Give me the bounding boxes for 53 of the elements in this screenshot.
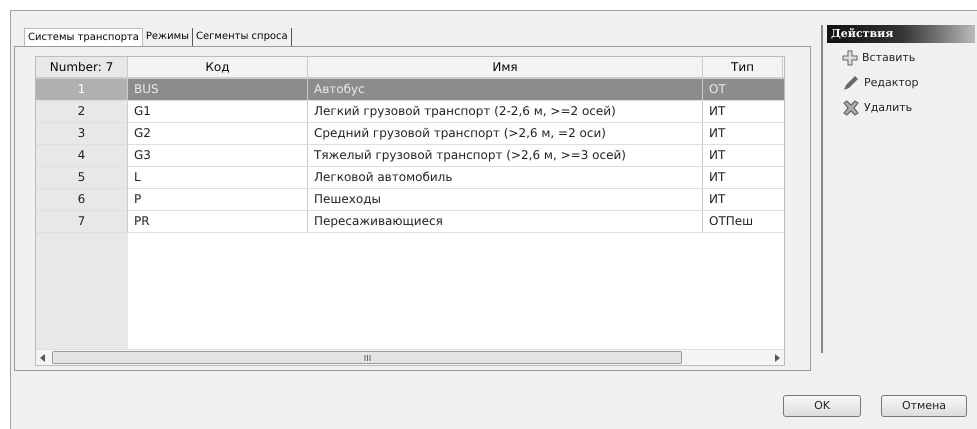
table-cell: P — [128, 189, 308, 210]
row-number: 1 — [36, 79, 128, 100]
action-link[interactable]: Редактор — [842, 74, 975, 92]
column-header[interactable]: Имя — [308, 57, 703, 77]
table-cell: Тяжелый грузовой транспорт (>2,6 м, >=3 осей) — [308, 145, 703, 166]
actions-header: Действия — [827, 25, 975, 43]
dialog-button[interactable]: OK — [783, 395, 861, 417]
table-row[interactable]: 5 L Легковой автомобиль ИТ — [36, 167, 784, 189]
table-cell: Пересаживающиеся — [308, 211, 703, 232]
table-cell-text: ИТ — [708, 103, 726, 120]
scroll-right-icon[interactable] — [774, 354, 780, 362]
table-row[interactable]: 2 G1 Легкий грузовой транспорт (2-2,6 м, >=2 осей) ИТ — [36, 101, 784, 123]
dialog-button[interactable]: Отмена — [881, 395, 967, 417]
scroll-left-icon[interactable] — [40, 354, 46, 362]
row-number: 3 — [36, 123, 128, 144]
table-cell-text: ИТ — [708, 147, 726, 164]
horizontal-scrollbar[interactable] — [36, 349, 784, 365]
table-cell-text: ИТ — [708, 125, 726, 142]
table-cell: Средний грузовой транспорт (>2,6 м, =2 оси) — [308, 123, 703, 144]
table-cell: Легковой автомобиль — [308, 167, 703, 188]
row-number: 6 — [36, 189, 128, 210]
row-number: 7 — [36, 211, 128, 232]
action-link[interactable]: Вставить — [842, 49, 975, 67]
table-row[interactable]: 4 G3 Тяжелый грузовой транспорт (>2,6 м, >=3 осей) ИТ — [36, 145, 784, 167]
row-number: 2 — [36, 101, 128, 122]
delete-icon — [842, 100, 860, 116]
plus-icon — [842, 50, 858, 66]
table-cell: G3 — [128, 145, 308, 166]
table-cell: BUS — [128, 79, 308, 100]
table-cell-text: ОТ — [708, 81, 727, 98]
table-cell: G1 — [128, 101, 308, 122]
pencil-icon — [842, 74, 860, 92]
table-cell-text: ИТ — [708, 191, 726, 208]
action-link[interactable]: Удалить — [842, 99, 975, 117]
column-header[interactable]: Код — [128, 57, 308, 77]
table-row[interactable]: 7 PR Пересаживающиеся ОТПеш — [36, 211, 784, 233]
table-row[interactable]: 6 P Пешеходы ИТ — [36, 189, 784, 211]
table-cell: Автобус — [308, 79, 703, 100]
table-cell: L — [128, 167, 308, 188]
column-header[interactable]: Тип — [703, 57, 783, 77]
column-header[interactable]: Number: 7 — [36, 57, 128, 77]
table-cell: PR — [128, 211, 308, 232]
row-number: 4 — [36, 145, 128, 166]
table-cell: Пешеходы — [308, 189, 703, 210]
scrollbar-thumb[interactable] — [52, 351, 682, 364]
tab[interactable]: Системы транспорта — [24, 28, 143, 46]
row-number: 5 — [36, 167, 128, 188]
table-cell: Легкий грузовой транспорт (2-2,6 м, >=2 осей) — [308, 101, 703, 122]
table-cell-text: ОТПеш — [708, 213, 754, 230]
table-row[interactable]: 3 G2 Средний грузовой транспорт (>2,6 м, =2 оси) ИТ — [36, 123, 784, 145]
table-cell: G2 — [128, 123, 308, 144]
table-cell-text: ИТ — [708, 169, 726, 186]
grip-icon — [364, 354, 370, 360]
